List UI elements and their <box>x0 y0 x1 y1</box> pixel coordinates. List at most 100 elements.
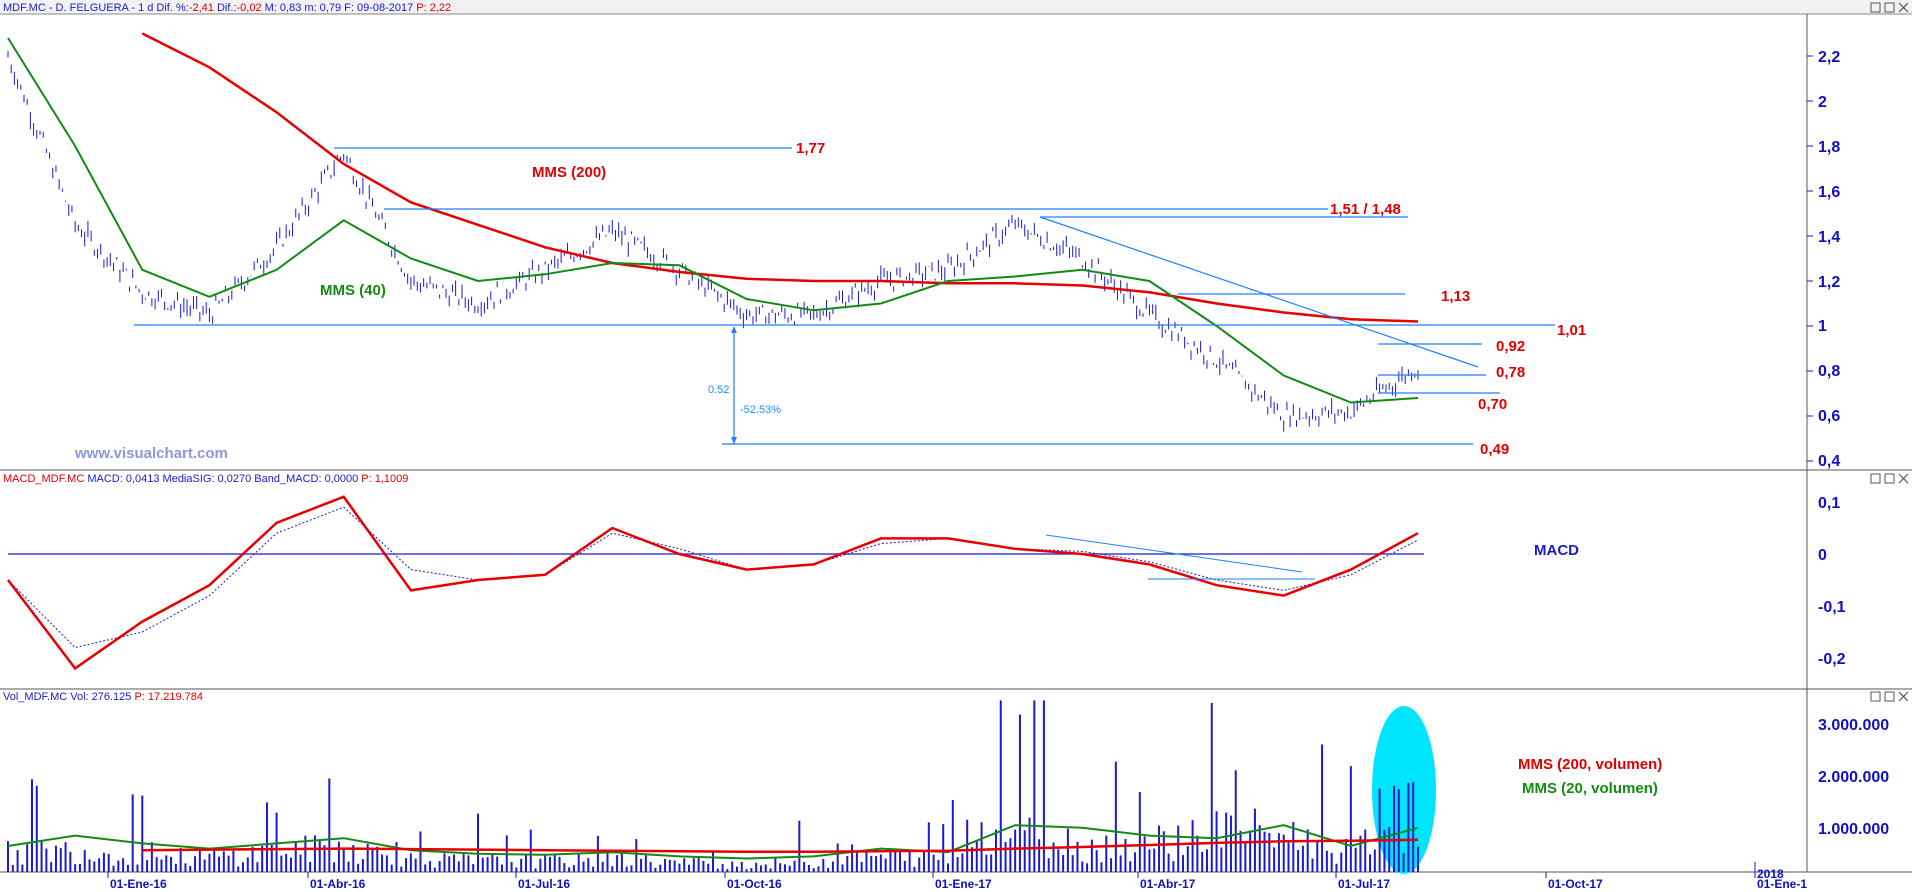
volume-bar <box>1268 832 1271 872</box>
macd-annotations <box>1045 534 1315 580</box>
x-tick: 01-Ene-1 <box>1757 877 1807 891</box>
x-ticks: 01-Ene-16 01-Abr-16 01-Jul-16 01-Oct-16 … <box>110 867 1807 891</box>
volume-bar <box>563 863 566 872</box>
volume-bar <box>170 856 173 872</box>
volume-bar <box>107 853 110 872</box>
price-y-tick: 0,8 <box>1818 363 1840 380</box>
volume-bar <box>644 855 647 872</box>
volume-bar <box>433 867 436 872</box>
x-tick: 01-Abr-16 <box>310 877 366 891</box>
volume-bar <box>405 858 408 872</box>
volume-bar <box>102 852 105 872</box>
volume-bar <box>1105 835 1108 872</box>
close-icon[interactable] <box>1898 473 1909 484</box>
header-max: M: 0,83 <box>262 2 302 14</box>
volume-panel-buttons[interactable] <box>1870 691 1909 702</box>
volume-bar <box>975 840 978 872</box>
volume-bar <box>572 865 575 872</box>
volume-bar <box>788 865 791 872</box>
level-label: 0,49 <box>1480 441 1509 458</box>
volume-bar <box>750 868 753 872</box>
volume-bar <box>664 858 667 872</box>
legend-volume-mms200: MMS (200, volumen) <box>1518 756 1662 773</box>
minimize-icon[interactable] <box>1870 691 1881 702</box>
volume-bar <box>289 857 292 872</box>
volume-bar <box>716 868 719 872</box>
volume-bar <box>275 812 278 872</box>
maximize-icon[interactable] <box>1884 473 1895 484</box>
volume-bar <box>35 785 38 872</box>
volume-bar <box>712 850 714 872</box>
volume-bar <box>1201 851 1204 872</box>
macd-label: MACD <box>1534 542 1579 559</box>
volume-bar <box>793 860 796 872</box>
volume-bar <box>131 794 134 872</box>
volume-bar <box>683 858 686 872</box>
level-label: 0,78 <box>1496 364 1525 381</box>
legend-mms200: MMS (200) <box>532 164 606 181</box>
volume-y-tick: 3.000.000 <box>1818 717 1889 734</box>
volume-bar <box>1330 852 1333 872</box>
volume-bar <box>654 867 657 872</box>
volume-bar <box>640 858 643 872</box>
volume-bar <box>1134 852 1137 872</box>
volume-bars <box>7 700 1419 872</box>
volume-bar <box>678 863 681 872</box>
volume-bar <box>601 861 604 872</box>
volume-bar <box>755 862 758 872</box>
volume-bar <box>385 855 388 872</box>
volume-bar <box>1402 853 1405 872</box>
volume-bar <box>1273 847 1276 872</box>
x-tick: 01-Oct-16 <box>727 877 782 891</box>
header-p: P: 2,22 <box>413 2 451 14</box>
volume-bar <box>980 822 983 872</box>
volume-bar <box>659 864 662 872</box>
volume-bar <box>1210 702 1213 872</box>
minimize-icon[interactable] <box>1870 473 1881 484</box>
volume-title: Vol_MDF.MC Vol: 276.125 P: 17.219.784 <box>3 691 203 703</box>
volume-bar <box>1124 838 1127 872</box>
maximize-icon[interactable] <box>1884 691 1895 702</box>
volume-bar <box>903 860 906 872</box>
volume-bar <box>1397 789 1400 872</box>
volume-bar <box>160 859 163 872</box>
volume-bar <box>1071 855 1074 872</box>
volume-bar <box>1090 839 1093 872</box>
volume-bar <box>150 842 153 872</box>
price-y-ticks: 2,2 2 1,8 1,6 1,4 1,2 1 0,8 0,6 0,4 <box>1818 49 1840 470</box>
volume-bar <box>539 858 542 872</box>
volume-bar <box>510 862 513 872</box>
volume-bar <box>745 869 748 872</box>
volume-bar <box>1086 863 1089 872</box>
volume-bar <box>376 846 379 872</box>
volume-bar <box>361 859 364 872</box>
volume-bar <box>11 865 14 872</box>
volume-bar <box>16 850 19 872</box>
volume-bar <box>759 865 762 872</box>
volume-bar <box>1301 845 1304 872</box>
volume-bar <box>40 840 43 872</box>
volume-bar <box>184 863 187 872</box>
volume-bar <box>1066 828 1069 872</box>
macd-title: MACD_MDF.MC MACD: 0,0413 MediaSIG: 0,027… <box>3 473 408 485</box>
volume-bar <box>1095 850 1098 872</box>
chart-canvas: MDF.MC - D. FELGUERA - 1 d Dif. %:-2,41 … <box>0 0 1912 891</box>
volume-bar <box>798 820 801 872</box>
volume-bar <box>409 853 412 872</box>
volume-bar <box>457 861 460 872</box>
close-icon[interactable] <box>1898 691 1909 702</box>
legend-volume-mms20: MMS (20, volumen) <box>1522 780 1658 797</box>
macd-y-tick: -0,1 <box>1818 599 1846 616</box>
volume-bar <box>817 866 820 872</box>
volume-bar <box>1042 700 1045 872</box>
volume-bar <box>534 868 537 872</box>
volume-bar <box>98 858 101 872</box>
volume-bar <box>1009 838 1012 872</box>
volume-bar <box>544 854 547 872</box>
volume-bar <box>558 856 561 872</box>
x-tickmarks <box>107 862 1756 878</box>
volume-bar <box>1234 770 1237 872</box>
volume-bar <box>1114 761 1117 872</box>
macd-panel-buttons[interactable] <box>1870 473 1909 484</box>
volume-bar <box>74 864 77 872</box>
